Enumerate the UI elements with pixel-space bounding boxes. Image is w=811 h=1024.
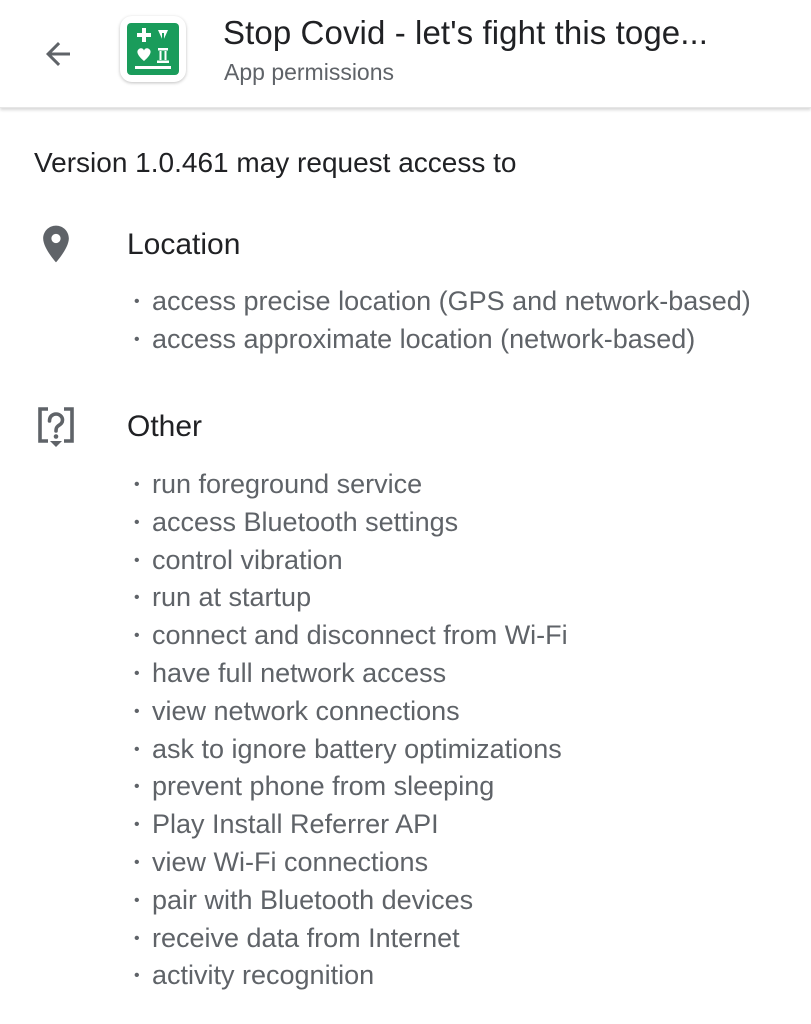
app-title: Stop Covid - let's fight this toge...	[223, 14, 709, 51]
list-item: • access approximate location (network-ba…	[134, 323, 696, 354]
list-item: • run foreground service	[134, 469, 423, 499]
list-item: • access Bluetooth settings	[134, 506, 459, 537]
stop-covid-app-icon	[127, 23, 179, 75]
arrow-back-icon	[46, 42, 70, 66]
list-item: • activity recognition	[134, 960, 375, 991]
list-item: • prevent phone from sleeping	[134, 771, 495, 802]
other-permission-list: • run foreground service • access Bluetoot…	[134, 466, 784, 995]
location-permission-list: • access precise location (GPS and networ…	[134, 283, 784, 359]
list-item: • pair with Bluetooth devices	[134, 884, 474, 915]
list-item: • view network connections	[134, 695, 460, 726]
app-bar: Stop Covid - let's fight this toge... Ap…	[0, 0, 811, 108]
list-item: • receive data from Internet	[134, 922, 460, 953]
list-item: • access precise location (GPS and networ…	[134, 286, 751, 316]
group-title-other: Other	[127, 410, 203, 443]
version-intro: Version 1.0.461 may request access to	[34, 147, 517, 178]
list-item: • view Wi-Fi connections	[134, 846, 429, 877]
back-button[interactable]	[30, 26, 86, 82]
list-item: • Play Install Referrer API	[134, 809, 439, 840]
app-icon	[120, 16, 186, 82]
page-subtitle: App permissions	[224, 59, 395, 85]
list-item: • ask to ignore battery optimizations	[134, 733, 562, 764]
group-title-location: Location	[127, 228, 241, 261]
list-item: • have full network access	[134, 657, 447, 688]
list-item: • connect and disconnect from Wi-Fi	[134, 620, 568, 651]
location-pin-icon	[34, 222, 78, 266]
list-item: • run at startup	[134, 582, 312, 613]
question-box-icon	[34, 405, 78, 449]
list-item: • control vibration	[134, 544, 343, 575]
